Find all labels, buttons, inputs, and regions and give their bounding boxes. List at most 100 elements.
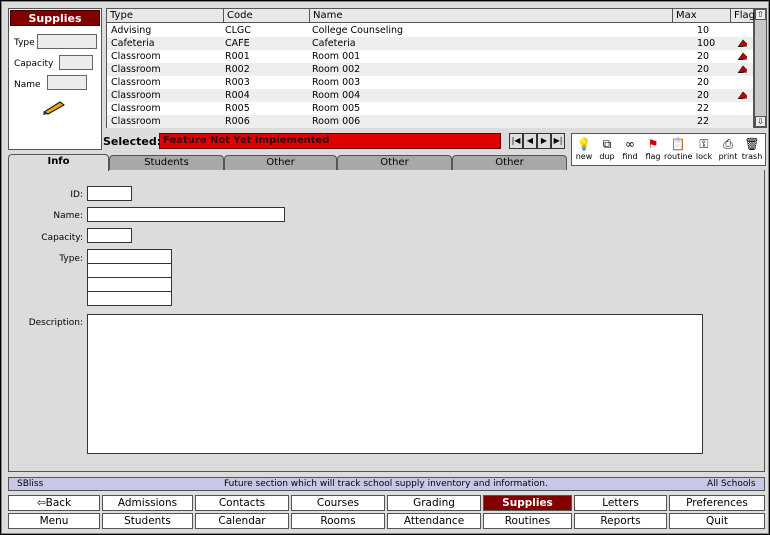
routine-button[interactable]: 📋 routine bbox=[664, 134, 692, 166]
nav-button-calendar[interactable]: Calendar bbox=[195, 513, 289, 529]
key-icon: ⚿ bbox=[699, 137, 709, 151]
table-row[interactable]: Classroom R003 Room 003 20 bbox=[107, 76, 753, 89]
nav-button-contacts[interactable]: Contacts bbox=[195, 495, 289, 511]
flag-icon bbox=[737, 39, 747, 47]
cell-max: 20 bbox=[697, 64, 710, 75]
dup-button[interactable]: ⧉ dup bbox=[595, 134, 619, 166]
cell-name: Room 005 bbox=[312, 103, 361, 114]
cell-code: CAFE bbox=[225, 38, 250, 49]
nav-button-grading[interactable]: Grading bbox=[387, 495, 481, 511]
capacity-input[interactable] bbox=[87, 228, 132, 243]
record-navigation: |◀ ◀ ▶ ▶| bbox=[509, 133, 567, 149]
cell-name: Room 003 bbox=[312, 77, 361, 88]
cell-type: Advising bbox=[111, 25, 152, 36]
tab-info[interactable]: Info bbox=[8, 154, 109, 171]
nav-button-attendance[interactable]: Attendance bbox=[387, 513, 481, 529]
cell-code: R006 bbox=[225, 116, 250, 127]
table-row[interactable]: Classroom R004 Room 004 20 bbox=[107, 89, 753, 102]
column-header-max[interactable]: Max bbox=[673, 9, 731, 23]
filter-type-label: Type bbox=[14, 38, 35, 48]
id-label: ID: bbox=[70, 190, 83, 200]
cell-type: Classroom bbox=[111, 116, 161, 127]
table-row[interactable]: Classroom R001 Room 001 20 bbox=[107, 50, 753, 63]
filter-capacity-input[interactable] bbox=[59, 55, 93, 70]
nav-button-quit[interactable]: Quit bbox=[669, 513, 765, 529]
status-message: Future section which will track school s… bbox=[224, 479, 548, 489]
cell-type: Classroom bbox=[111, 64, 161, 75]
filter-name-label: Name bbox=[14, 80, 41, 90]
table-row[interactable]: Classroom R006 Room 006 22 bbox=[107, 115, 753, 128]
section-title: Supplies bbox=[10, 10, 100, 26]
table-scrollbar[interactable]: ⇧ ⇩ bbox=[754, 8, 767, 128]
cell-max: 20 bbox=[697, 90, 710, 101]
nav-button-reports[interactable]: Reports bbox=[574, 513, 667, 529]
nav-button-supplies[interactable]: Supplies bbox=[483, 495, 572, 511]
cell-type: Classroom bbox=[111, 77, 161, 88]
toolbar: 💡 new ⧉ dup ∞ find ⚑ flag 📋 routine ⚿ lock ⎙ pr… bbox=[571, 133, 766, 166]
column-header-name[interactable]: Name bbox=[310, 9, 673, 23]
back-arrow-icon: ⇦ bbox=[36, 497, 46, 509]
print-button[interactable]: ⎙ print bbox=[716, 134, 740, 166]
cell-name: Room 002 bbox=[312, 64, 361, 75]
last-record-icon[interactable]: ▶| bbox=[551, 133, 565, 149]
nav-button-back[interactable]: ⇦Back bbox=[8, 495, 100, 511]
pencil-icon[interactable] bbox=[41, 99, 67, 115]
new-button[interactable]: 💡 new bbox=[572, 134, 596, 166]
next-record-icon[interactable]: ▶ bbox=[537, 133, 551, 149]
filter-panel: Supplies Type Capacity Name bbox=[8, 8, 102, 150]
flag-button[interactable]: ⚑ flag bbox=[641, 134, 665, 166]
status-school[interactable]: All Schools bbox=[707, 478, 756, 490]
nav-button-routines[interactable]: Routines bbox=[483, 513, 572, 529]
column-header-flag[interactable]: Flag bbox=[731, 9, 755, 23]
type-list[interactable] bbox=[87, 249, 172, 306]
table-row[interactable]: Classroom R005 Room 005 22 bbox=[107, 102, 753, 115]
id-input[interactable] bbox=[87, 186, 132, 201]
nav-button-students[interactable]: Students bbox=[102, 513, 193, 529]
cell-code: R003 bbox=[225, 77, 250, 88]
column-header-code[interactable]: Code bbox=[224, 9, 310, 23]
selected-label: Selected: bbox=[103, 135, 162, 148]
table-row[interactable]: Classroom R002 Room 002 20 bbox=[107, 63, 753, 76]
table-row[interactable]: Advising CLGC College Counseling 10 bbox=[107, 24, 753, 37]
tab-other-2[interactable]: Other bbox=[337, 155, 452, 170]
trash-button[interactable]: 🗑 trash bbox=[740, 134, 764, 166]
column-header-type[interactable]: Type bbox=[107, 9, 224, 23]
nav-button-rooms[interactable]: Rooms bbox=[291, 513, 385, 529]
nav-button-letters[interactable]: Letters bbox=[574, 495, 667, 511]
flag-icon: ⚑ bbox=[647, 137, 659, 151]
tab-students[interactable]: Students bbox=[109, 155, 224, 170]
cell-name: Cafeteria bbox=[312, 38, 356, 49]
cell-type: Classroom bbox=[111, 90, 161, 101]
app-window: Supplies Type Capacity Name Type Code Na… bbox=[1, 1, 769, 534]
find-button[interactable]: ∞ find bbox=[618, 134, 642, 166]
tab-other-3[interactable]: Other bbox=[452, 155, 567, 170]
cell-name: Room 004 bbox=[312, 90, 361, 101]
nav-button-courses[interactable]: Courses bbox=[291, 495, 385, 511]
description-textarea[interactable] bbox=[87, 314, 703, 454]
table-row[interactable]: Cafeteria CAFE Cafeteria 100 bbox=[107, 37, 753, 50]
duplicate-icon: ⧉ bbox=[602, 137, 612, 151]
name-input[interactable] bbox=[87, 207, 285, 222]
first-record-icon[interactable]: |◀ bbox=[509, 133, 523, 149]
flag-icon bbox=[737, 91, 747, 99]
previous-record-icon[interactable]: ◀ bbox=[523, 133, 537, 149]
cell-max: 10 bbox=[697, 25, 710, 36]
lightbulb-icon: 💡 bbox=[576, 137, 592, 151]
nav-button-menu[interactable]: Menu bbox=[8, 513, 100, 529]
filter-name-input[interactable] bbox=[47, 75, 87, 90]
cell-name: Room 006 bbox=[312, 116, 361, 127]
info-form: ID: Name: Capacity: Type: Description: bbox=[8, 170, 765, 472]
cell-type: Classroom bbox=[111, 51, 161, 62]
filter-type-input[interactable] bbox=[37, 34, 97, 49]
flag-icon bbox=[737, 52, 747, 60]
records-table: Type Code Name Max Flag Advising CLGC Coll… bbox=[106, 8, 755, 128]
name-label: Name: bbox=[53, 211, 83, 221]
cell-max: 20 bbox=[697, 51, 710, 62]
scroll-up-icon[interactable]: ⇧ bbox=[755, 9, 766, 20]
nav-button-preferences[interactable]: Preferences bbox=[669, 495, 765, 511]
cell-max: 22 bbox=[697, 103, 710, 114]
lock-button[interactable]: ⚿ lock bbox=[692, 134, 716, 166]
tab-other-1[interactable]: Other bbox=[224, 155, 337, 170]
scroll-down-icon[interactable]: ⇩ bbox=[755, 116, 766, 127]
nav-button-admissions[interactable]: Admissions bbox=[102, 495, 193, 511]
